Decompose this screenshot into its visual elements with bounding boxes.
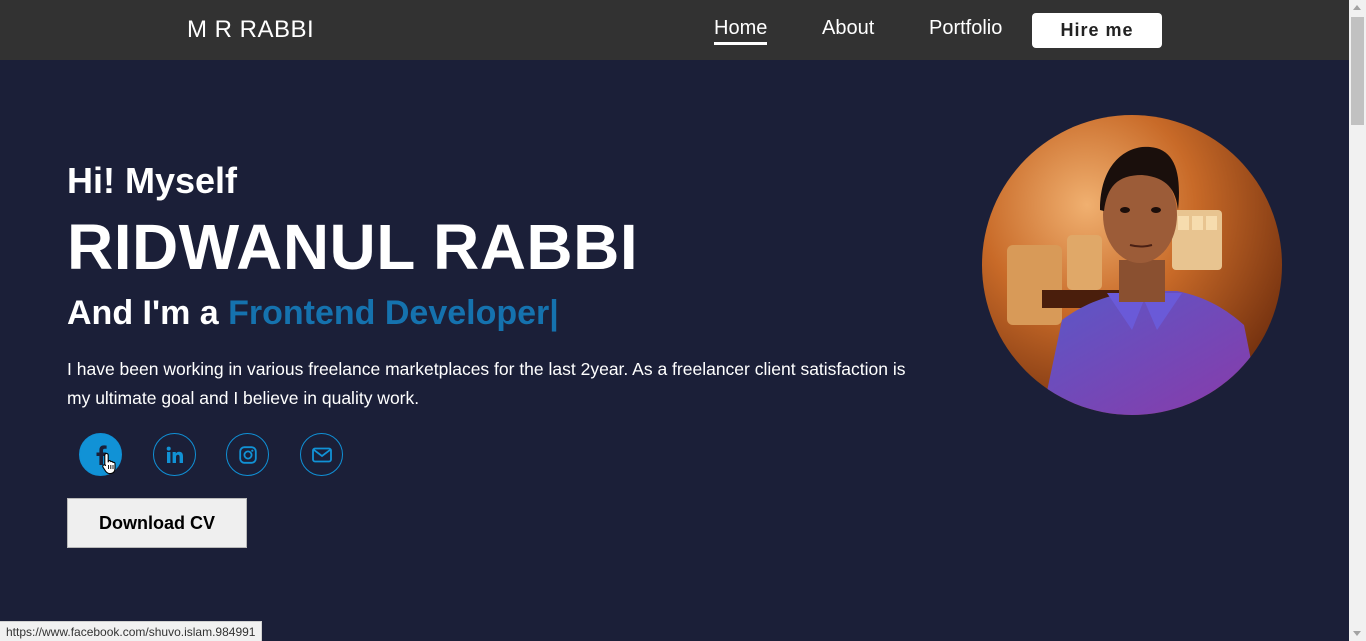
scrollbar-thumb[interactable] (1351, 17, 1364, 125)
vertical-scrollbar[interactable] (1349, 0, 1366, 641)
nav-link-home[interactable]: Home (714, 17, 768, 45)
page: M R RABBI Home About Portfolio Hire me H… (0, 0, 1366, 641)
scroll-up-arrow-icon[interactable] (1353, 5, 1361, 10)
scroll-down-arrow-icon[interactable] (1353, 631, 1361, 636)
site-logo[interactable]: M R RABBI (187, 16, 314, 44)
hand-pointer-cursor-icon (102, 452, 118, 481)
email-link[interactable] (300, 433, 343, 476)
role-prefix: And I'm a (67, 294, 229, 332)
nav-link-about[interactable]: About (822, 17, 874, 40)
role-typed-text: Frontend Developer| (228, 294, 559, 332)
hero-role-line: And I'm a Frontend Developer| (67, 294, 559, 333)
hero-greeting: Hi! Myself (67, 160, 238, 201)
instagram-icon (238, 445, 257, 464)
linkedin-link[interactable] (153, 433, 196, 476)
status-bar-url: https://www.facebook.com/shuvo.islam.984… (0, 621, 263, 641)
envelope-icon (311, 447, 332, 463)
profile-photo (982, 115, 1282, 415)
linkedin-icon (166, 446, 184, 464)
instagram-link[interactable] (226, 433, 269, 476)
hero-name: RIDWANUL RABBI (67, 211, 639, 283)
download-cv-button[interactable]: Download CV (67, 498, 247, 548)
nav-link-portfolio[interactable]: Portfolio (929, 17, 1002, 40)
hire-me-button[interactable]: Hire me (1032, 13, 1162, 48)
navbar: M R RABBI Home About Portfolio Hire me (0, 0, 1349, 60)
hero-bio: I have been working in various freelance… (67, 359, 906, 408)
